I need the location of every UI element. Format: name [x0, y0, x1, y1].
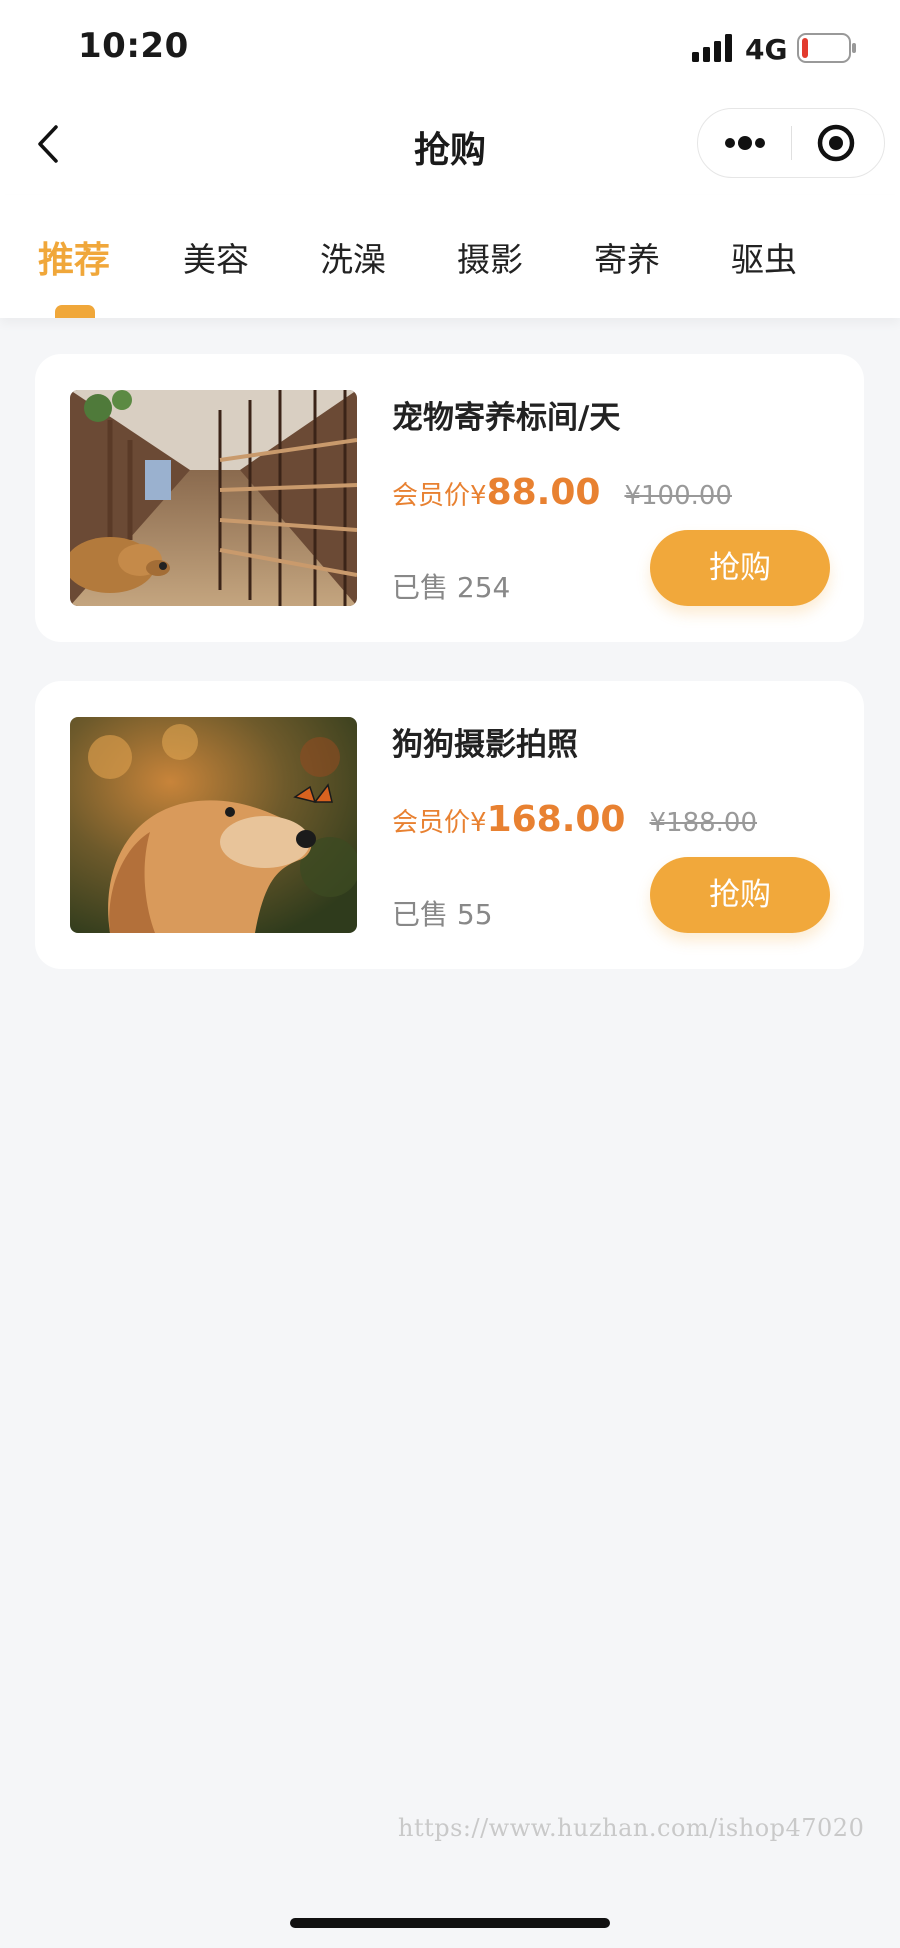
category-tabs: 推荐 美容 洗澡 摄影 寄养 驱虫	[0, 195, 900, 318]
product-image-dog-photo	[70, 717, 357, 933]
currency-symbol: ¥	[470, 481, 487, 511]
close-mini-program-button[interactable]	[792, 109, 884, 177]
more-button[interactable]	[698, 109, 791, 177]
tab-bathing[interactable]: 洗澡	[320, 233, 386, 281]
buy-button[interactable]: 抢购	[650, 530, 830, 606]
product-title: 宠物寄养标间/天	[392, 400, 621, 436]
original-price: ¥100.00	[624, 481, 732, 511]
member-price-label: 会员价	[392, 481, 471, 511]
tab-photography[interactable]: 摄影	[457, 233, 523, 281]
mini-program-capsule	[697, 108, 885, 178]
currency-symbol: ¥	[470, 808, 487, 838]
price-row: 会员价¥88.00 ¥100.00	[392, 472, 732, 513]
original-price: ¥188.00	[649, 808, 758, 838]
tab-recommend[interactable]: 推荐	[38, 231, 110, 283]
product-image-kennel	[70, 390, 357, 606]
battery-low-icon	[797, 33, 856, 63]
member-price: 168.00	[486, 799, 626, 840]
member-price-label: 会员价	[392, 808, 471, 838]
price-row: 会员价¥168.00 ¥188.00	[392, 799, 757, 840]
target-circle-icon	[817, 124, 855, 162]
home-indicator[interactable]	[290, 1918, 610, 1928]
tab-deworming[interactable]: 驱虫	[731, 233, 797, 281]
network-label: 4G	[745, 33, 788, 66]
status-time: 10:20	[78, 26, 189, 66]
sold-count: 已售 55	[392, 898, 493, 931]
active-tab-indicator	[55, 305, 95, 318]
buy-button[interactable]: 抢购	[650, 857, 830, 933]
product-card[interactable]: 狗狗摄影拍照 会员价¥168.00 ¥188.00 已售 55 抢购	[35, 681, 864, 969]
product-title: 狗狗摄影拍照	[392, 727, 578, 763]
product-card[interactable]: 宠物寄养标间/天 会员价¥88.00 ¥100.00 已售 254 抢购	[35, 354, 864, 642]
sold-count: 已售 254	[392, 571, 511, 604]
navigation-bar: 抢购	[0, 95, 900, 195]
tab-grooming[interactable]: 美容	[183, 233, 249, 281]
status-bar: 10:20 4G	[0, 0, 900, 95]
tab-boarding[interactable]: 寄养	[594, 233, 660, 281]
more-dots-icon	[725, 136, 765, 150]
signal-bars-icon	[692, 34, 732, 62]
watermark-text: https://www.huzhan.com/ishop47020	[398, 1814, 865, 1842]
member-price: 88.00	[486, 472, 601, 513]
